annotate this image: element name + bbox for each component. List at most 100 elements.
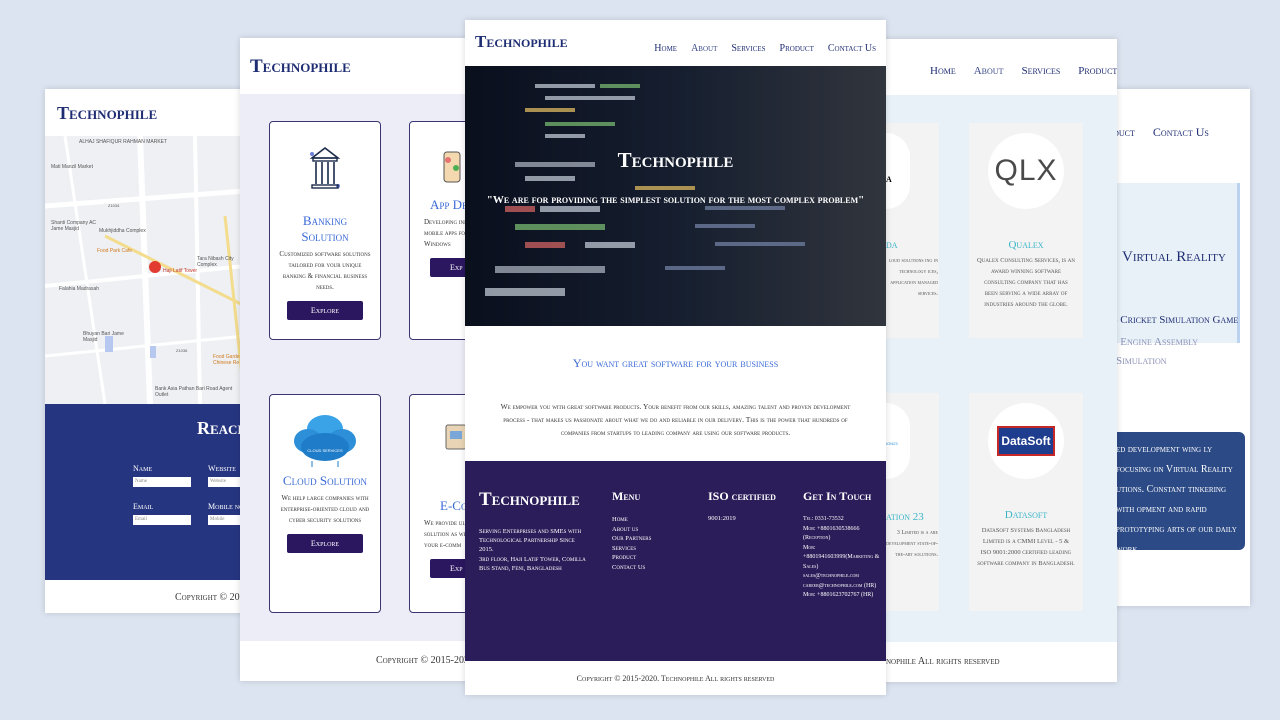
contact-mobile[interactable]: Mob: +8801630538666 (Reception) [803, 525, 881, 544]
name-field[interactable]: Name [133, 477, 191, 487]
map-label: Falahia Madrasah [59, 286, 100, 292]
datasoft-logo: DataSoft [988, 403, 1064, 479]
map-label: Z1036 [176, 348, 188, 353]
footer-brand: Technophile [479, 489, 580, 510]
footer-contact-title: Get In Touch [803, 489, 872, 503]
footer-link-partners[interactable]: Our Partners [612, 534, 651, 544]
contact-email[interactable]: career@technophile.com (HR) [803, 582, 881, 592]
nav-services[interactable]: Services [1021, 65, 1060, 77]
nav-product[interactable]: Product [1078, 65, 1117, 77]
brand-logo[interactable]: Technophile [57, 103, 157, 123]
footer-iso-title: ISO certified [708, 489, 776, 503]
product-card: A da loud solutions ing in technology ic… [886, 123, 939, 338]
copyright: Copyright © 2015- [175, 592, 245, 603]
location-map[interactable]: ALHAJ SHAFIQUR RAHMAN MARKET Mati Manzil… [45, 135, 245, 405]
card-title: Datasoft [1004, 509, 1048, 521]
products-page-preview: Home About Services Product Contact Us A… [880, 39, 1117, 682]
nav-bar: Home About Services Product Contact Us [644, 38, 876, 56]
footer-link-product[interactable]: Product [612, 553, 651, 563]
map-label: Food Garden Chinese Re [213, 354, 243, 366]
footer-about: Serving Enterprises and SMEs with Techno… [479, 528, 582, 553]
section-subtitle: You want great software for your busines… [572, 356, 779, 370]
map-label: Haji Latif Tower [163, 268, 198, 274]
home-page-preview: Technophile Home About Services Product … [465, 20, 886, 695]
footer-address: 3rd floor, Haji Latif Tower, Comilla Bus… [479, 556, 586, 572]
explore-button[interactable]: Exp [430, 559, 470, 578]
map-label: Mati Manzil Market [51, 164, 93, 170]
card-description: Customized software solutions tailored f… [279, 250, 371, 291]
map-label: Tara Nibash City Complex [197, 256, 234, 268]
card-description: loud solutions ing in technology ices, a… [888, 258, 938, 297]
qualex-logo: QLX [988, 133, 1064, 209]
header: Home About Services Product Contact Us [880, 39, 1117, 95]
nav-home[interactable]: Home [930, 65, 956, 77]
nav-about[interactable]: About [691, 43, 717, 54]
website-label: Website [208, 464, 236, 473]
card-description: 3 Limited is a are development state-of-… [886, 530, 938, 558]
nav-contact[interactable]: Contact Us [828, 43, 876, 54]
service-card: E-Com We provide ulti solution as well a… [409, 394, 470, 613]
explore-button[interactable]: Explore [286, 301, 364, 320]
explore-button[interactable]: Exp [430, 258, 470, 277]
copyright: Copyright © 2015-2020. Technophile All r… [576, 674, 775, 683]
card-title: Qualex [1008, 239, 1044, 251]
contact-page-preview: Technophile ALHAJ SHAFIQUR RAHMAN MARKET… [45, 89, 245, 613]
email-label: Email [133, 502, 154, 511]
footer-contact-list: Tel: 0331-73532 Mob: +8801630538666 (Rec… [803, 515, 881, 601]
footer-link-services[interactable]: Services [612, 544, 651, 554]
mobile-label: Mobile no [208, 502, 244, 511]
reach-section: Reach Name Name Website Website Email Em… [45, 404, 245, 580]
nav-bar: Home About Services Product Contact Us [916, 61, 1117, 79]
site-footer: Technophile Serving Enterprises and SMEs… [465, 461, 886, 661]
map-label: Mukhjiddha Complex [99, 228, 146, 234]
services-page-preview: Technophile Banking Solution Customized … [240, 38, 470, 681]
nav-services[interactable]: Services [731, 43, 765, 54]
nav-contact[interactable]: Contact Us [1153, 125, 1209, 139]
map-pin-icon [149, 261, 161, 273]
vr-title: Virtual Reality [1122, 249, 1226, 265]
copyright: Copyright © 2015-2020. Tec [240, 641, 470, 681]
contact-email[interactable]: sales@technophile.com [803, 572, 881, 582]
card-title: ation 23 [886, 511, 924, 523]
footer-menu-title: Menu [612, 489, 641, 503]
reach-heading: Reach [197, 418, 245, 438]
contact-tel[interactable]: Tel: 0331-73532 [803, 515, 881, 525]
card-title: App Dev [430, 197, 470, 212]
card-title: da [886, 239, 898, 251]
footer-link-contact[interactable]: Contact Us [612, 563, 651, 573]
bank-icon [309, 146, 341, 189]
nav-about[interactable]: About [974, 65, 1004, 77]
footer: nophile All rights reserved [880, 642, 1117, 682]
product-card: QLX Qualex Qualex Consulting Services, i… [969, 123, 1083, 338]
copyright: nophile All rights reserved [886, 656, 1000, 667]
service-card: CLOUD SERVICES Cloud Solution We help la… [269, 394, 381, 613]
card-description: We provide ulti solution as well as your… [424, 519, 470, 549]
hero-tagline: "We are for providing the simplest solut… [486, 194, 865, 206]
product-card: ION23 ation 23 3 Limited is a are develo… [886, 393, 939, 611]
header: Technophile Home About Services Product … [465, 20, 886, 66]
app-dev-icon [443, 151, 461, 183]
brand-logo[interactable]: Technophile [250, 56, 351, 77]
contact-mobile[interactable]: Mob: +8801623702767 (HR) [803, 591, 881, 601]
card-description: Qualex Consulting Services, is an award … [977, 257, 1075, 308]
footer-link-home[interactable]: Home [612, 515, 651, 525]
card-title: Banking Solution [301, 213, 349, 244]
vr-item: ▸ Engine Assembly [1112, 336, 1199, 348]
intro-paragraph: We empower you with great software produ… [500, 402, 851, 437]
card-description: DataSoft Systems Bangladesh Limited is a… [977, 527, 1075, 567]
cloud-icon [294, 415, 356, 467]
brand-logo[interactable]: Technophile [475, 32, 568, 51]
map-label: Z1034 [108, 203, 120, 208]
email-field[interactable]: Email [133, 515, 191, 525]
map-label: ALHAJ SHAFIQUR RAHMAN MARKET [79, 139, 168, 145]
map-label: Food Park Cafe [97, 248, 133, 254]
name-label: Name [133, 464, 153, 473]
card-description: Developing inno mobile apps for A Window… [424, 218, 470, 248]
product-card: DataSoft Datasoft DataSoft Systems Bangl… [969, 393, 1083, 611]
nav-home[interactable]: Home [654, 43, 677, 54]
card-description: We help large companies with enterprise-… [280, 494, 370, 524]
contact-mobile[interactable]: Mob: +8801941603999(Marketing & Sales) [803, 544, 881, 573]
explore-button[interactable]: Explore [286, 534, 364, 553]
nav-product[interactable]: Product [780, 43, 814, 54]
footer-link-about[interactable]: About us [612, 525, 651, 535]
